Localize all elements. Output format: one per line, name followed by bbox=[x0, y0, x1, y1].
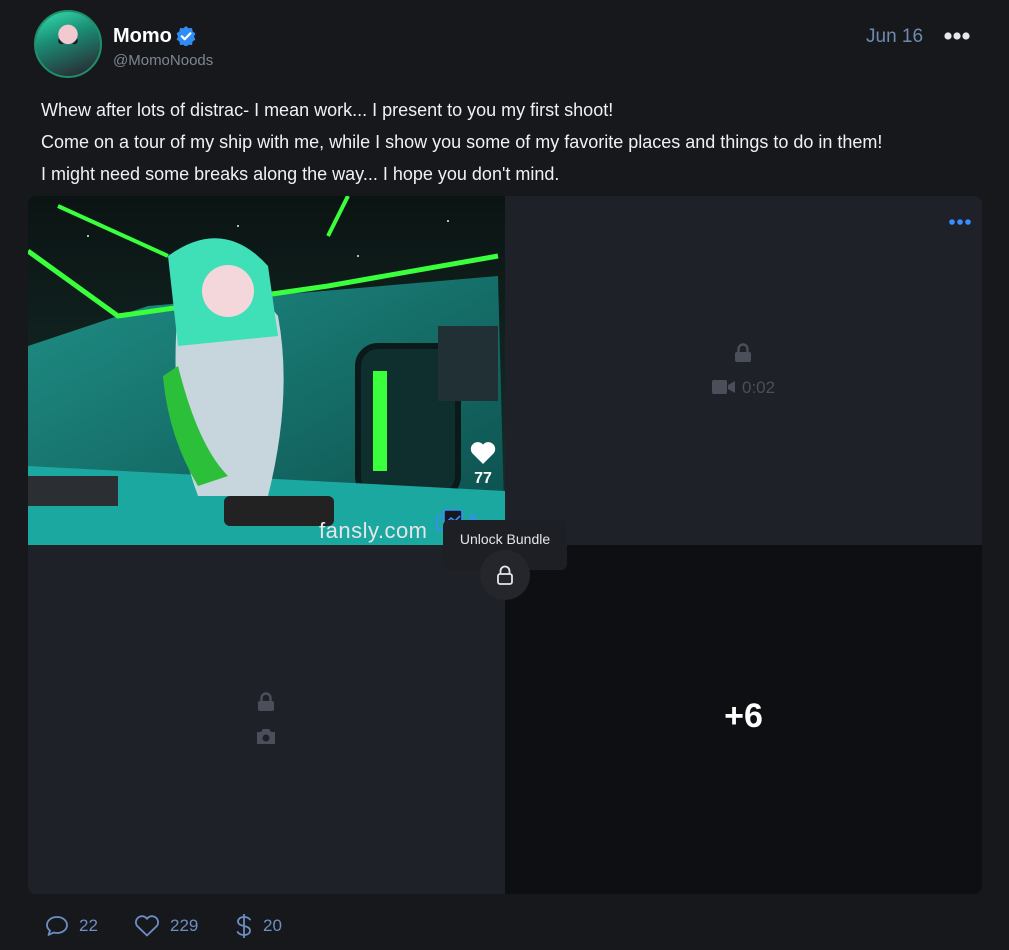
more-dots-icon[interactable] bbox=[944, 30, 970, 42]
comment-icon bbox=[46, 916, 68, 936]
tip-button[interactable]: 20 bbox=[235, 912, 282, 940]
unlock-bundle-button[interactable] bbox=[480, 550, 530, 600]
post-line: Come on a tour of my ship with me, while… bbox=[41, 132, 883, 152]
post-date[interactable]: Jun 16 bbox=[866, 26, 923, 48]
tip-count: 20 bbox=[263, 916, 282, 935]
video-icon bbox=[712, 380, 735, 394]
post-line: Whew after lots of distrac- I mean work.… bbox=[41, 100, 614, 120]
author-handle[interactable]: @MomoNoods bbox=[113, 52, 213, 69]
dollar-icon bbox=[236, 914, 251, 938]
post-body: Whew after lots of distrac- I mean work.… bbox=[41, 94, 882, 190]
heart-icon bbox=[470, 442, 496, 464]
lock-icon bbox=[497, 565, 513, 585]
camera-icon bbox=[257, 729, 275, 744]
media-locked-photo[interactable] bbox=[28, 545, 505, 894]
more-dots-icon[interactable] bbox=[949, 219, 971, 225]
like-button[interactable] bbox=[470, 441, 496, 470]
lock-icon bbox=[735, 343, 751, 362]
like-post-button[interactable]: 229 bbox=[134, 912, 198, 940]
author-avatar[interactable] bbox=[34, 10, 102, 78]
comment-count: 22 bbox=[79, 916, 98, 935]
post-line: I might need some breaks along the way..… bbox=[41, 164, 560, 184]
heart-icon bbox=[135, 915, 159, 937]
verified-badge-icon bbox=[176, 26, 196, 46]
video-duration: 0:02 bbox=[742, 378, 776, 397]
watermark: fansly.com bbox=[319, 518, 428, 543]
preview-image bbox=[28, 196, 505, 545]
media-image-preview[interactable] bbox=[28, 196, 505, 545]
media-like-count: 77 bbox=[474, 470, 492, 487]
author-name[interactable]: Momo bbox=[113, 25, 172, 48]
media-locked-video[interactable] bbox=[505, 196, 982, 545]
comment-button[interactable]: 22 bbox=[45, 912, 98, 940]
more-media-count[interactable]: +6 bbox=[505, 697, 982, 736]
like-count: 229 bbox=[170, 916, 199, 935]
lock-icon bbox=[258, 692, 274, 711]
